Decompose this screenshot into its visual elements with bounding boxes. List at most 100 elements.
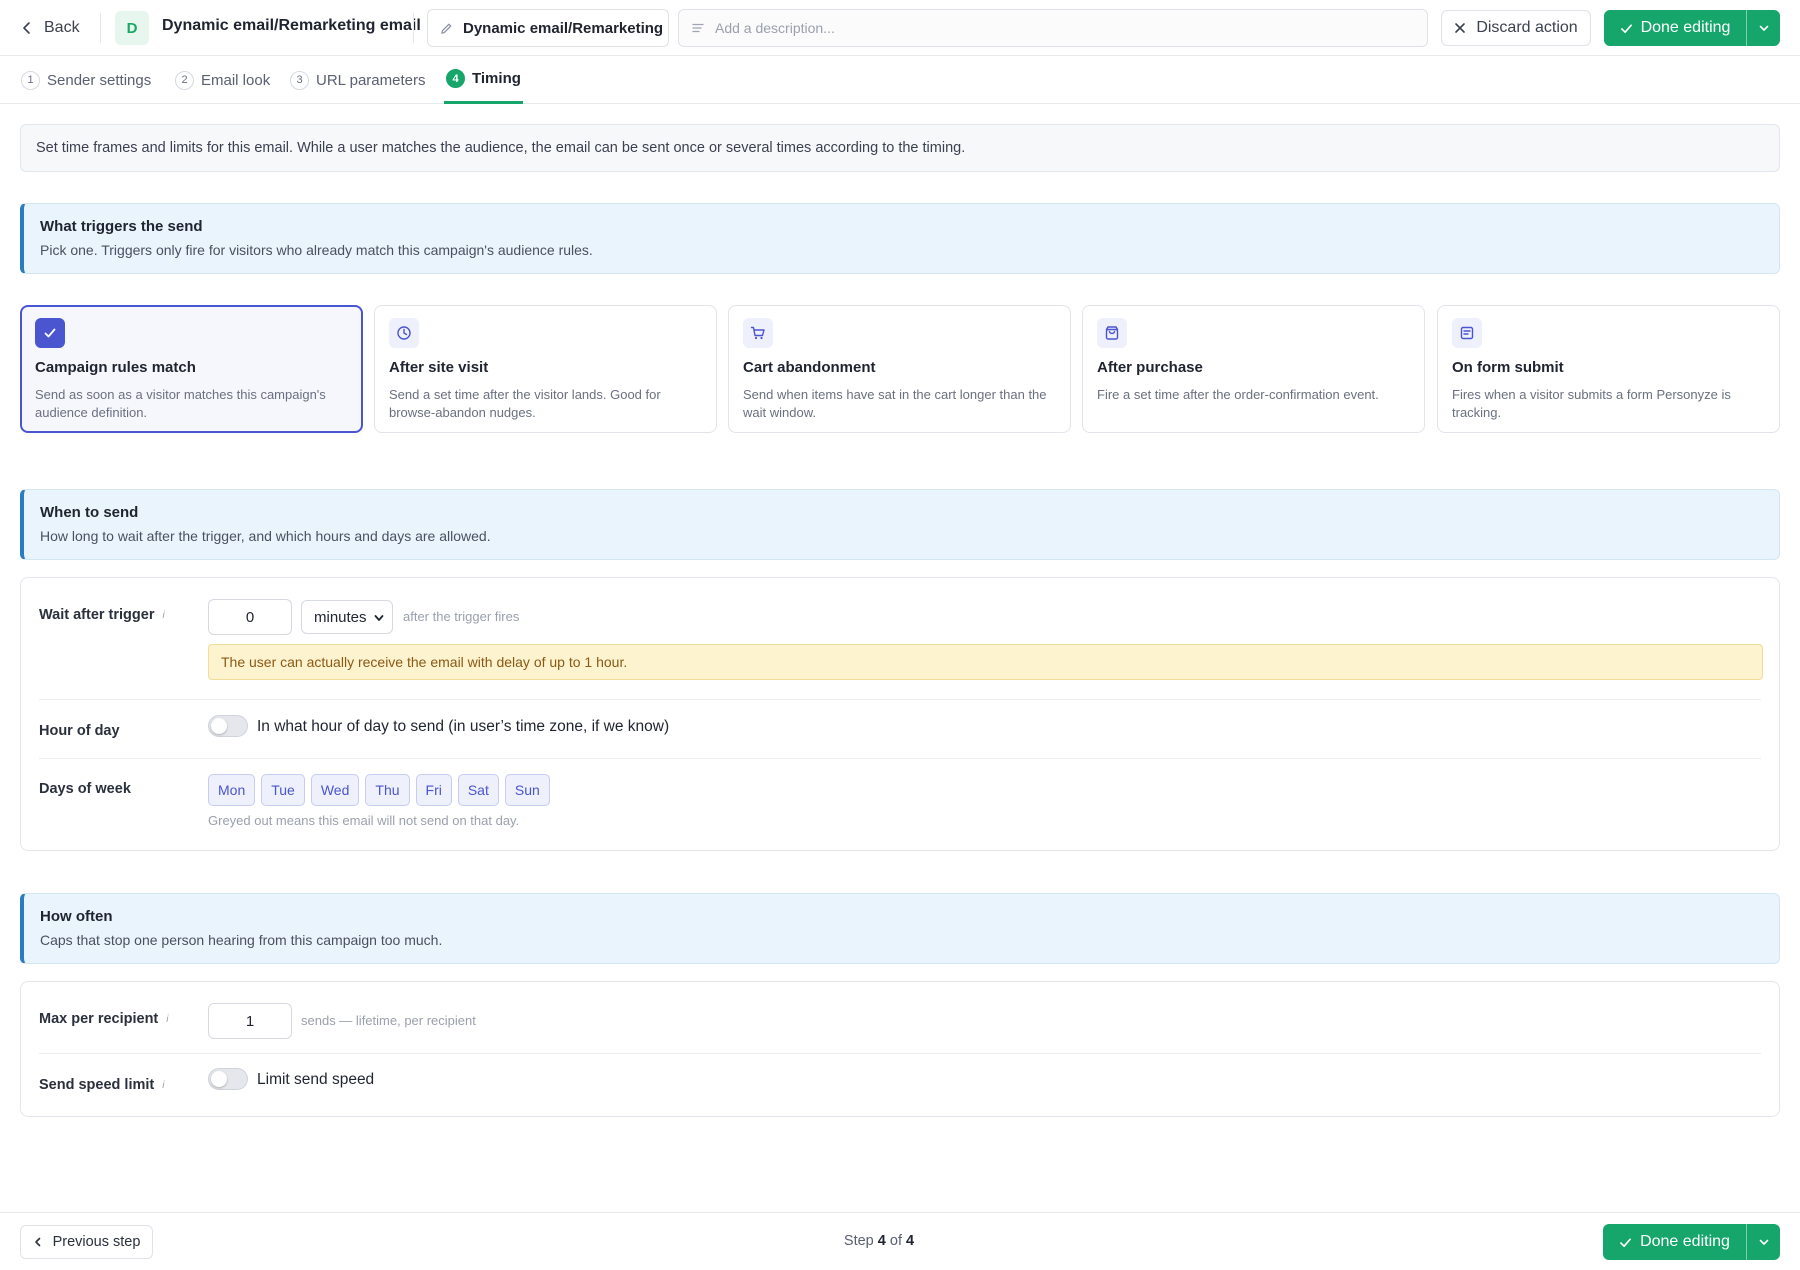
section-heading: What triggers the send <box>40 218 203 235</box>
hour-of-day-toggle-text: In what hour of day to send (in user’s t… <box>257 718 670 735</box>
row-divider <box>39 699 1761 700</box>
info-icon[interactable]: i <box>162 1080 164 1091</box>
step-prefix: Step <box>843 1233 874 1249</box>
send-speed-limit-label: Send speed limit i <box>39 1077 164 1093</box>
intro-note: Set time frames and limits for this emai… <box>20 124 1780 172</box>
tab-sender-settings[interactable]: 1 Sender settings <box>21 56 151 104</box>
tab-number: 3 <box>290 70 309 90</box>
max-per-recipient-hint: sends — lifetime, per recipient <box>301 1013 476 1028</box>
step-of: of <box>889 1233 902 1249</box>
footer-done-editing-split-button: Done editing <box>1603 1224 1780 1260</box>
row-divider <box>39 1053 1761 1054</box>
tab-email-look[interactable]: 2 Email look <box>175 56 270 104</box>
section-subheading: How long to wait after the trigger, and … <box>40 528 491 544</box>
trigger-description: Send as soon as a visitor matches this c… <box>35 387 326 420</box>
wait-after-trigger-label: Wait after trigger i <box>39 607 165 623</box>
back-label: Back <box>44 19 80 36</box>
trigger-description: Send when items have sat in the cart lon… <box>743 387 1047 420</box>
row-divider <box>39 758 1761 759</box>
check-icon <box>1620 23 1632 33</box>
back-button[interactable]: Back <box>20 14 80 42</box>
avatar: D <box>115 11 149 45</box>
form-icon <box>1452 318 1482 348</box>
section-subheading: Pick one. Triggers only fire for visitor… <box>40 242 593 258</box>
check-icon <box>1620 1237 1632 1247</box>
max-per-recipient-input[interactable] <box>208 1003 292 1039</box>
tab-label: Timing <box>472 70 521 87</box>
trigger-title: Cart abandonment <box>743 359 876 376</box>
done-editing-split-button: Done editing <box>1604 10 1780 46</box>
send-speed-limit-toggle-text: Limit send speed <box>257 1071 375 1088</box>
action-name-field[interactable]: Dynamic email/Remarketing <box>427 9 669 47</box>
done-editing-menu-toggle[interactable] <box>1746 10 1780 46</box>
text-lines-icon <box>692 23 704 33</box>
wait-hint: after the trigger fires <box>403 609 520 624</box>
tab-label: Sender settings <box>47 71 152 89</box>
step-current: 4 <box>877 1233 886 1249</box>
trigger-card-cart-abandonment[interactable]: Cart abandonment Send when items have sa… <box>728 305 1071 433</box>
tab-url-parameters[interactable]: 3 URL parameters <box>290 56 425 104</box>
day-chip-thu[interactable]: Thu <box>365 774 410 806</box>
info-icon[interactable]: i <box>162 610 164 621</box>
description-field[interactable] <box>678 9 1428 47</box>
day-chip-mon[interactable]: Mon <box>208 774 256 806</box>
trigger-title: On form submit <box>1452 359 1564 376</box>
tab-number: 2 <box>175 70 194 90</box>
discard-label: Discard action <box>1476 19 1578 36</box>
footer-bar: Previous step Step 4 of 4 Done editing <box>0 1212 1800 1270</box>
trigger-title: After purchase <box>1097 359 1203 376</box>
chevron-down-icon <box>374 615 384 621</box>
select-value: minutes <box>314 608 367 626</box>
row-label-text: Send speed limit <box>39 1077 155 1093</box>
day-chip-tue[interactable]: Tue <box>261 774 305 806</box>
discard-action-button[interactable]: Discard action <box>1441 10 1591 46</box>
row-label-text: Wait after trigger <box>39 607 155 623</box>
wait-amount-input[interactable] <box>208 599 292 635</box>
trigger-card-after-purchase[interactable]: After purchase Fire a set time after the… <box>1082 305 1425 433</box>
bag-icon <box>1097 318 1127 348</box>
footer-done-editing-menu-toggle[interactable] <box>1746 1224 1780 1260</box>
tab-timing[interactable]: 4 Timing <box>444 56 523 104</box>
cart-icon <box>743 318 773 348</box>
section-subheading: Caps that stop one person hearing from t… <box>40 932 443 948</box>
chevron-left-icon <box>23 22 30 34</box>
day-chip-sat[interactable]: Sat <box>457 774 499 806</box>
trigger-card-on-form-submit[interactable]: On form submit Fires when a visitor subm… <box>1437 305 1780 433</box>
day-chip-wed[interactable]: Wed <box>310 774 360 806</box>
trigger-card-after-site-visit[interactable]: After site visit Send a set time after t… <box>374 305 717 433</box>
day-chip-fri[interactable]: Fri <box>415 774 452 806</box>
trigger-card-campaign-rules-match[interactable]: Campaign rules match Send as soon as a v… <box>20 305 363 433</box>
step-total: 4 <box>906 1233 915 1249</box>
done-editing-label: Done editing <box>1640 19 1731 36</box>
divider <box>100 13 101 43</box>
done-editing-button[interactable]: Done editing <box>1604 10 1746 46</box>
top-bar: Back D Dynamic email/Remarketing email D… <box>0 0 1800 56</box>
description-input[interactable] <box>715 20 1427 36</box>
info-icon[interactable]: i <box>166 1014 168 1025</box>
section-heading: How often <box>40 908 113 925</box>
step-tabs: 1 Sender settings 2 Email look 3 URL par… <box>0 56 1800 104</box>
day-chip-sun[interactable]: Sun <box>504 774 550 806</box>
clock-icon <box>389 318 419 348</box>
when-section-header: When to send How long to wait after the … <box>20 489 1780 560</box>
tab-number: 4 <box>446 69 465 88</box>
action-name: Dynamic email/Remarketing <box>463 19 664 37</box>
done-editing-label: Done editing <box>1640 1233 1730 1250</box>
trigger-description: Send a set time after the visitor lands.… <box>389 387 661 420</box>
hour-of-day-toggle[interactable] <box>208 715 248 737</box>
trigger-description: Fires when a visitor submits a form Pers… <box>1452 387 1731 420</box>
tab-label: URL parameters <box>316 71 426 89</box>
page-title: Dynamic email/Remarketing email <box>162 17 421 34</box>
divider <box>413 13 414 43</box>
trigger-title: After site visit <box>389 359 489 376</box>
days-of-week-chips: Mon Tue Wed Thu Fri Sat Sun <box>208 774 550 806</box>
delay-warning: The user can actually receive the email … <box>208 644 1763 680</box>
tab-number: 1 <box>21 70 40 90</box>
days-hint: Greyed out means this email will not sen… <box>208 813 520 828</box>
trigger-description: Fire a set time after the order-confirma… <box>1097 387 1379 402</box>
when-to-send-panel: Wait after trigger i minutes after the t… <box>20 577 1780 851</box>
chevron-down-icon <box>1759 25 1768 31</box>
footer-done-editing-button[interactable]: Done editing <box>1603 1224 1746 1260</box>
wait-unit-select[interactable]: minutes <box>301 600 393 634</box>
send-speed-limit-toggle[interactable] <box>208 1068 248 1090</box>
